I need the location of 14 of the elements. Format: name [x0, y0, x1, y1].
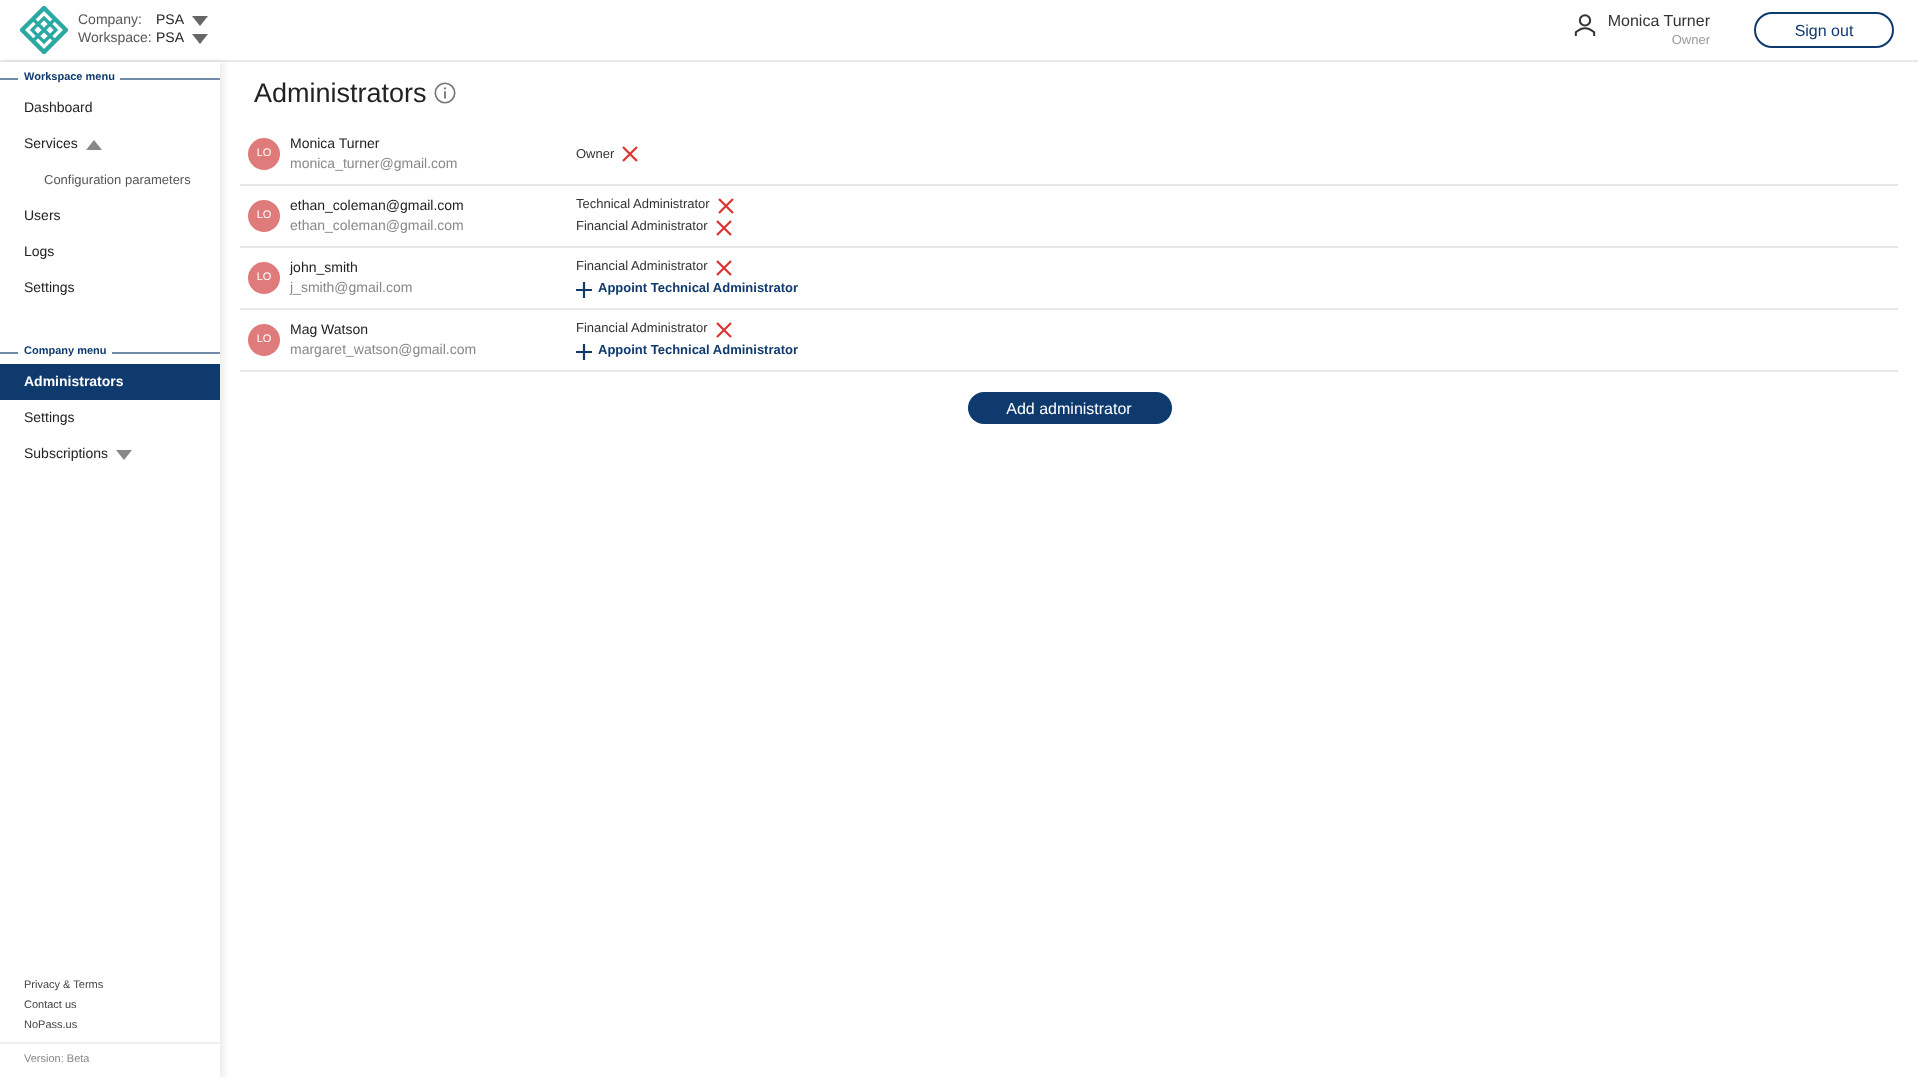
user-icon [1573, 14, 1596, 36]
info-icon[interactable] [434, 82, 457, 104]
remove-icon[interactable] [715, 321, 732, 337]
sign-out-button[interactable]: Sign out [1754, 12, 1894, 48]
logo-icon [20, 6, 68, 54]
remove-icon[interactable] [717, 197, 734, 213]
plus-icon [576, 343, 592, 359]
user-name: Monica Turner [1607, 12, 1710, 30]
plus-icon [576, 281, 592, 297]
remove-icon[interactable] [715, 219, 732, 235]
add-administrator-button[interactable]: Add administrator [967, 392, 1171, 424]
page-title: Administrators [254, 78, 427, 108]
remove-icon[interactable] [622, 146, 639, 162]
remove-icon[interactable] [715, 259, 732, 275]
